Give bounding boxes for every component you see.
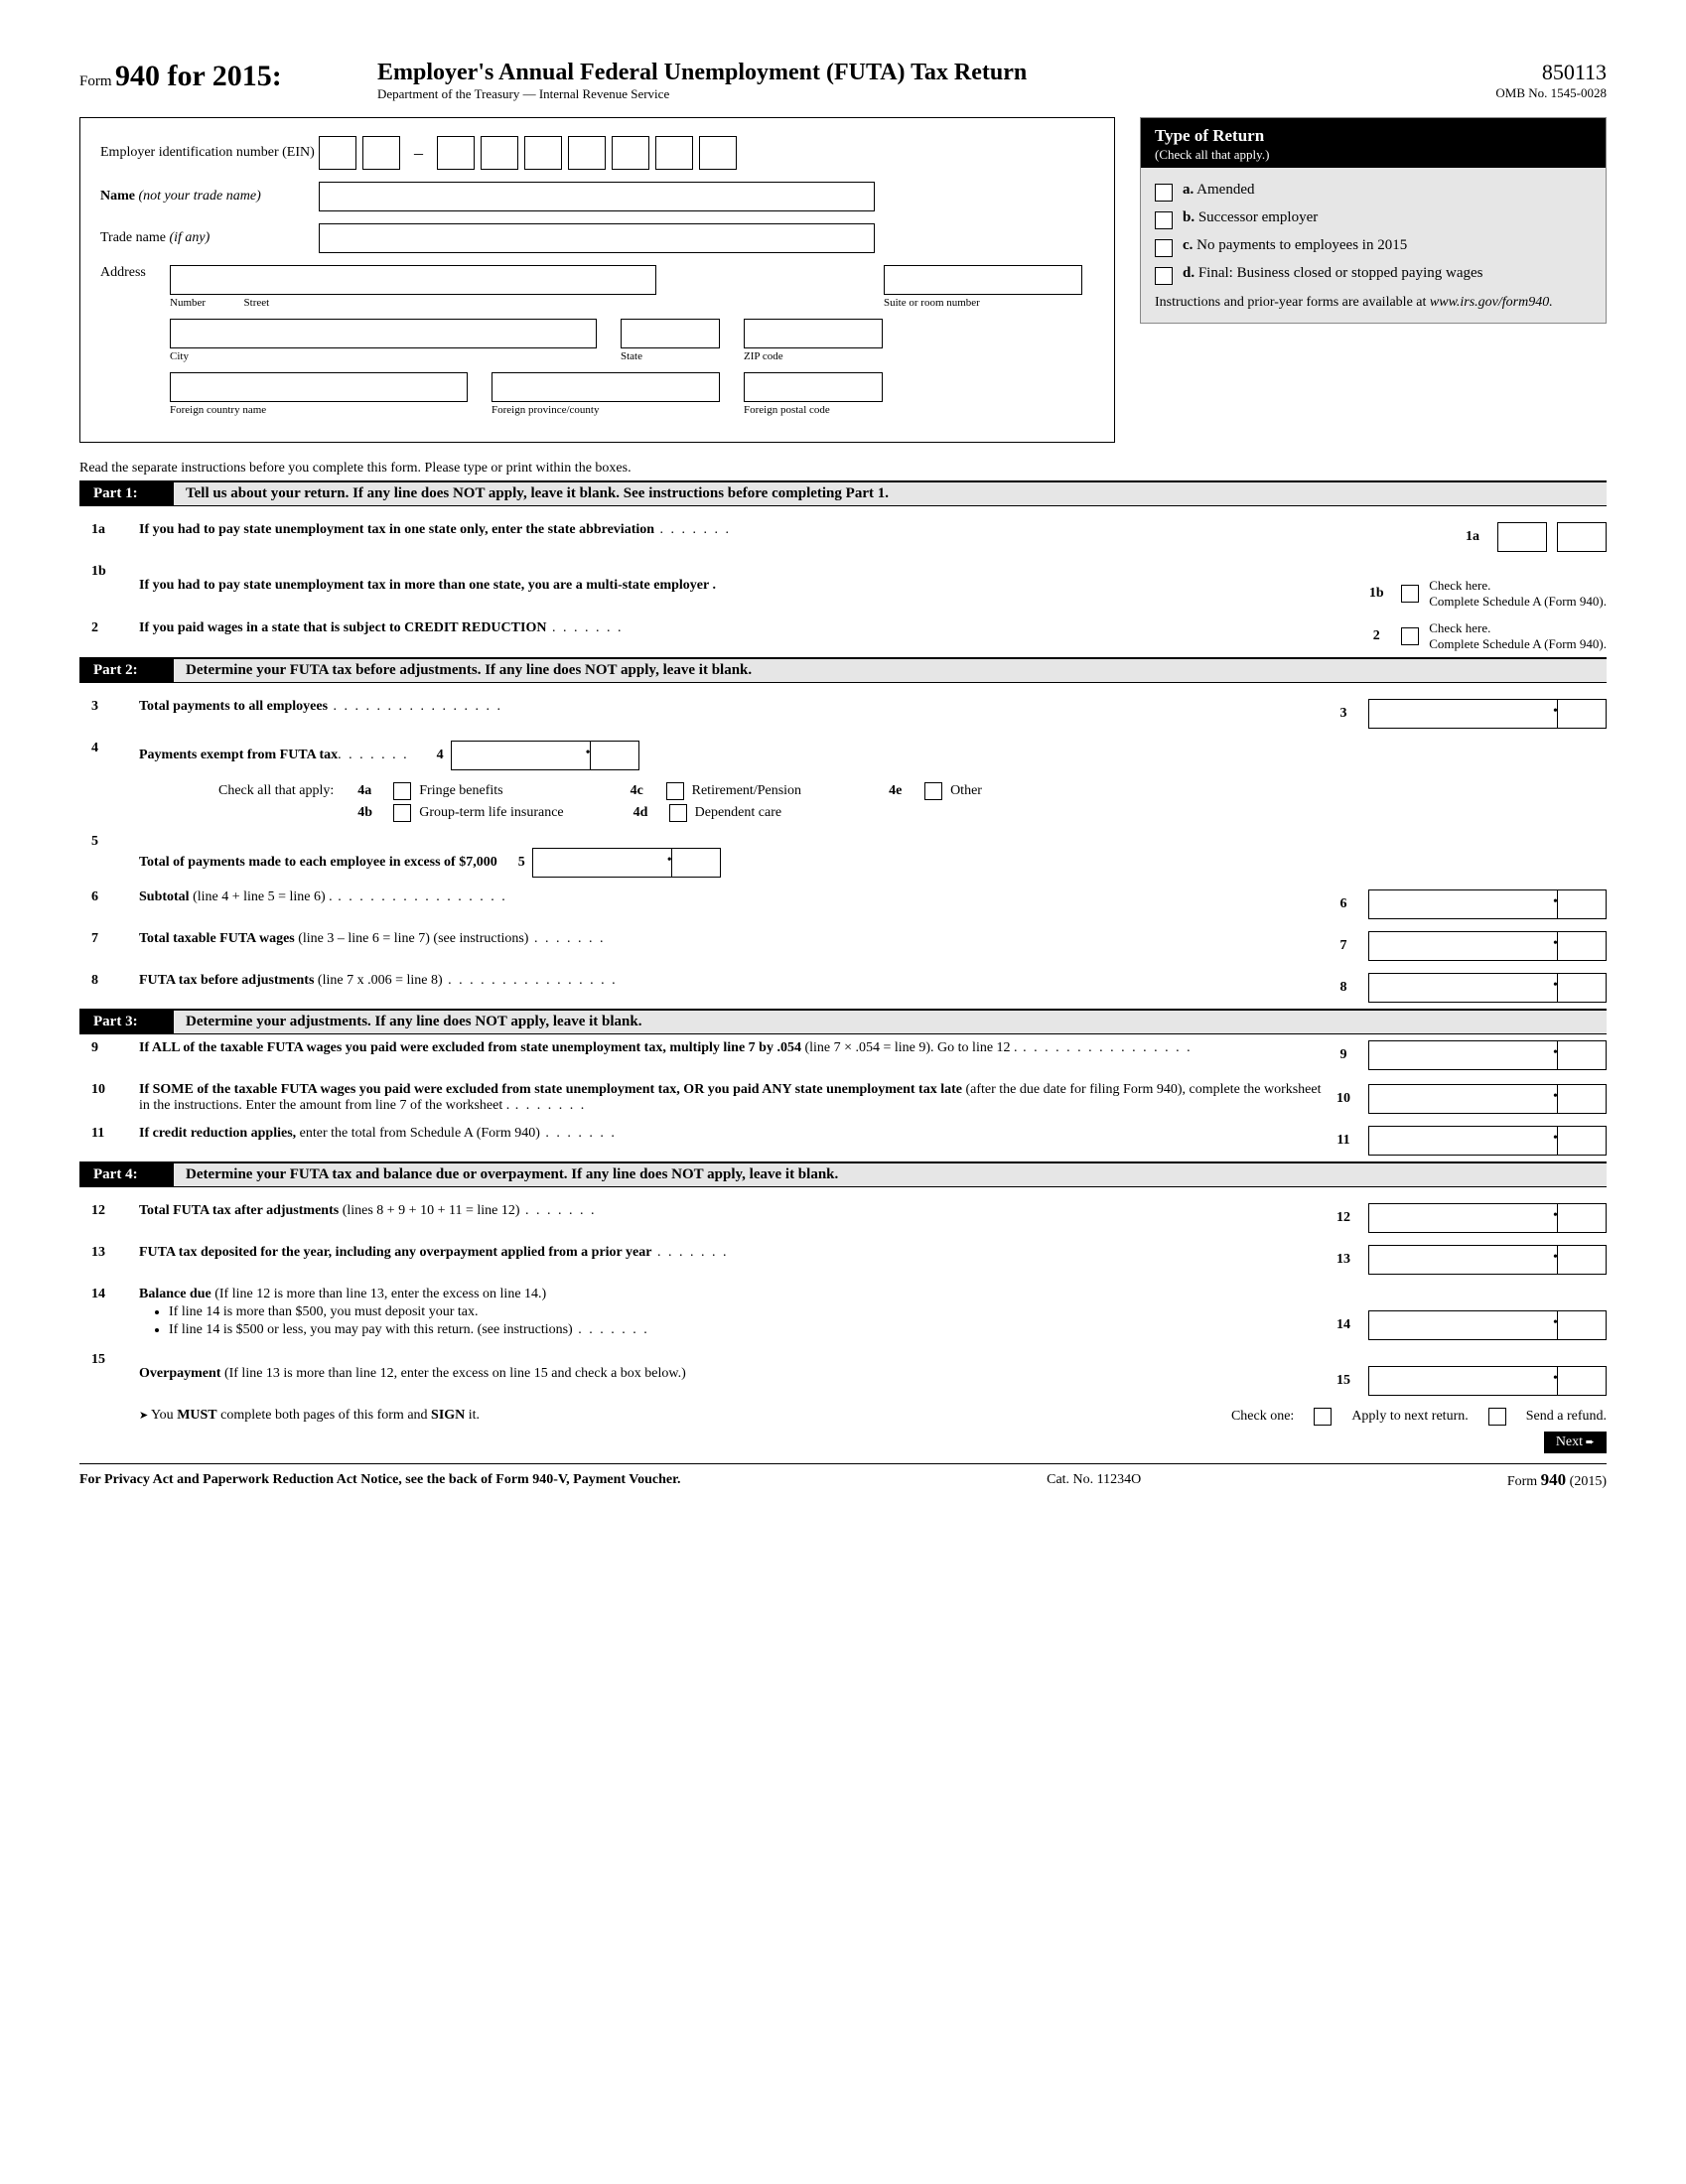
foreign-postal-input[interactable]: [744, 372, 883, 402]
name-label: Name: [100, 189, 135, 204]
address-label: Address: [100, 265, 170, 281]
trade-hint: (if any): [169, 230, 210, 245]
line-2-checkbox[interactable]: [1401, 627, 1419, 645]
form-word: Form: [79, 73, 112, 89]
zip-input[interactable]: [744, 319, 883, 348]
ein-box-4[interactable]: [481, 136, 518, 170]
page-footer: For Privacy Act and Paperwork Reduction …: [79, 1463, 1607, 1490]
ein-box-7[interactable]: [612, 136, 649, 170]
line-1a-box1[interactable]: [1497, 522, 1547, 552]
tor-checkbox-c[interactable]: [1155, 239, 1173, 257]
part-1-header: Part 1: Tell us about your return. If an…: [79, 480, 1607, 506]
form-dept: Department of the Treasury — Internal Re…: [377, 86, 1388, 102]
part-4-header: Part 4: Determine your FUTA tax and bala…: [79, 1161, 1607, 1187]
ein-label: Employer identification number (EIN): [100, 145, 319, 161]
state-input[interactable]: [621, 319, 720, 348]
line-1b-checkbox[interactable]: [1401, 585, 1419, 603]
cb-4a[interactable]: [393, 782, 411, 800]
line-8-amount[interactable]: [1368, 973, 1607, 1003]
line-5-amount[interactable]: [532, 848, 721, 878]
arrow-icon: [139, 1408, 151, 1423]
line-7-amount[interactable]: [1368, 931, 1607, 961]
line-9-amount[interactable]: [1368, 1040, 1607, 1070]
ein-box-5[interactable]: [524, 136, 562, 170]
part-2-header: Part 2: Determine your FUTA tax before a…: [79, 657, 1607, 683]
form-number: 940 for 2015:: [115, 60, 282, 92]
line-15-amount[interactable]: [1368, 1366, 1607, 1396]
address-street-input[interactable]: [170, 265, 656, 295]
line-13-amount[interactable]: [1368, 1245, 1607, 1275]
ein-box-9[interactable]: [699, 136, 737, 170]
line-3-amount[interactable]: [1368, 699, 1607, 729]
foreign-country-input[interactable]: [170, 372, 468, 402]
line-14-amount[interactable]: [1368, 1310, 1607, 1340]
cb-send-refund[interactable]: [1488, 1408, 1506, 1426]
tor-subtitle: (Check all that apply.): [1155, 147, 1269, 162]
instructions-line: Read the separate instructions before yo…: [79, 461, 1607, 477]
trade-label: Trade name: [100, 230, 166, 245]
line-6-amount[interactable]: [1368, 889, 1607, 919]
line-10-amount[interactable]: [1368, 1084, 1607, 1114]
form-title: Employer's Annual Federal Unemployment (…: [377, 60, 1388, 86]
tor-checkbox-d[interactable]: [1155, 267, 1173, 285]
ein-dash: –: [406, 143, 431, 164]
line-1b-num: 1b: [79, 564, 139, 580]
part-3-header: Part 3: Determine your adjustments. If a…: [79, 1009, 1607, 1034]
ein-box-8[interactable]: [655, 136, 693, 170]
ein-input-group: –: [319, 136, 737, 170]
cb-4d[interactable]: [669, 804, 687, 822]
ein-box-1[interactable]: [319, 136, 356, 170]
line-4-amount[interactable]: [451, 741, 639, 770]
line-11-amount[interactable]: [1368, 1126, 1607, 1156]
name-hint: (not your trade name): [139, 189, 261, 204]
foreign-province-input[interactable]: [492, 372, 720, 402]
omb-number: OMB No. 1545-0028: [1388, 85, 1607, 101]
tor-title: Type of Return: [1155, 126, 1264, 145]
form-header: Form 940 for 2015: Employer's Annual Fed…: [79, 60, 1607, 102]
next-button[interactable]: Next: [1544, 1432, 1607, 1453]
ein-box-2[interactable]: [362, 136, 400, 170]
cb-4b[interactable]: [393, 804, 411, 822]
trade-name-input[interactable]: [319, 223, 875, 253]
cb-4c[interactable]: [666, 782, 684, 800]
cb-apply-next[interactable]: [1314, 1408, 1332, 1426]
tor-checkbox-b[interactable]: [1155, 211, 1173, 229]
line-1a-box2[interactable]: [1557, 522, 1607, 552]
form-code: 850113: [1388, 60, 1607, 85]
tor-checkbox-a[interactable]: [1155, 184, 1173, 202]
identification-box: Employer identification number (EIN) – N…: [79, 117, 1115, 443]
city-input[interactable]: [170, 319, 597, 348]
line-12-amount[interactable]: [1368, 1203, 1607, 1233]
line-1a-num: 1a: [79, 522, 139, 538]
name-input[interactable]: [319, 182, 875, 211]
ein-box-6[interactable]: [568, 136, 606, 170]
ein-box-3[interactable]: [437, 136, 475, 170]
address-suite-input[interactable]: [884, 265, 1082, 295]
type-of-return-box: Type of Return (Check all that apply.) a…: [1140, 117, 1607, 324]
cb-4e[interactable]: [924, 782, 942, 800]
